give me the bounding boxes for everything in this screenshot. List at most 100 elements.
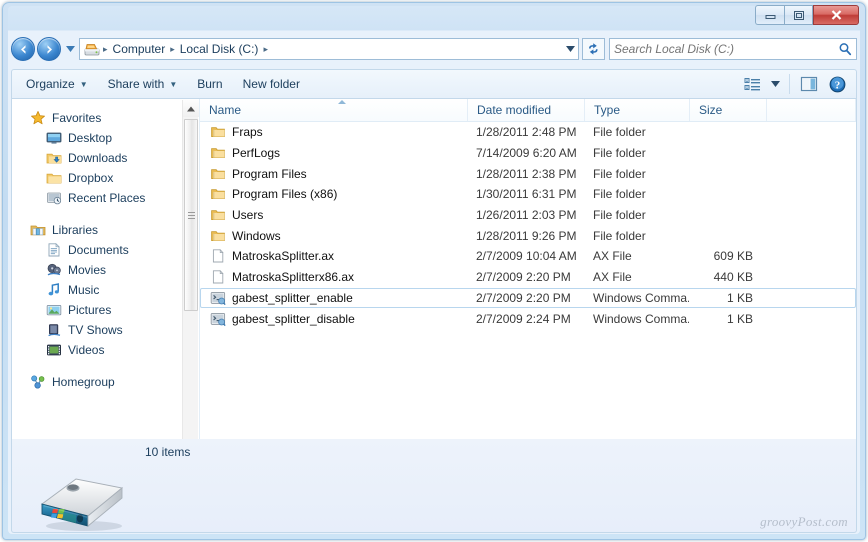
back-button[interactable] [11, 37, 35, 61]
nav-group-libraries[interactable]: Libraries [12, 220, 199, 240]
svg-text:?: ? [834, 79, 840, 91]
search-box[interactable] [609, 38, 857, 60]
desktop-background: ▸ Computer ▸ Local Disk (C:) ▸ Search Lo… [0, 0, 868, 542]
folder-icon [46, 170, 62, 186]
nav-group-favorites[interactable]: Favorites [12, 108, 199, 128]
sidebar-item-documents[interactable]: Documents [12, 240, 199, 260]
item-count-label: 10 items [145, 445, 191, 459]
address-dropdown-button[interactable] [562, 38, 579, 60]
movies-icon [46, 262, 62, 278]
column-header-type[interactable]: Type [585, 99, 690, 121]
column-header-label: Name [209, 103, 242, 117]
burn-button[interactable]: Burn [187, 72, 232, 96]
nav-group-label: Homegroup [52, 375, 115, 389]
breadcrumb-item-computer[interactable]: Computer [109, 41, 170, 57]
sidebar-item-label: Desktop [68, 131, 113, 145]
table-row[interactable]: Windows 1/28/2011 9:26 PM File folder [200, 225, 856, 246]
organize-button[interactable]: Organize ▼ [16, 72, 98, 96]
cell-date-modified: 1/30/2011 6:31 PM [476, 187, 577, 202]
cell-type: File folder [593, 187, 646, 202]
preview-pane-button[interactable] [796, 72, 822, 96]
cell-name: MatroskaSplitterx86.ax [201, 269, 467, 285]
recent-pages-button[interactable] [63, 37, 77, 61]
sidebar-item-dropbox[interactable]: Dropbox [12, 168, 199, 188]
sidebar-item-downloads[interactable]: Downloads [12, 148, 199, 168]
search-input[interactable] [614, 42, 838, 56]
sidebar-item-movies[interactable]: Movies [12, 260, 199, 280]
cell-date-modified: 1/28/2011 2:48 PM [476, 125, 577, 140]
file-name-label: Program Files (x86) [232, 187, 338, 202]
cell-name: Users [201, 207, 467, 223]
folder-icon [210, 166, 226, 182]
sidebar-item-pictures[interactable]: Pictures [12, 300, 199, 320]
chevron-down-icon [565, 46, 575, 52]
column-header-name[interactable]: Name [200, 99, 468, 121]
sidebar-item-label: Videos [68, 343, 105, 357]
folder-icon [210, 207, 226, 223]
new-folder-button[interactable]: New folder [233, 72, 310, 96]
libraries-icon [30, 222, 46, 238]
scrollbar-thumb[interactable] [184, 119, 198, 311]
folder-icon [210, 228, 226, 244]
sidebar-item-music[interactable]: Music [12, 280, 199, 300]
sidebar-item-label: Movies [68, 263, 107, 277]
table-row[interactable]: MatroskaSplitter.ax 2/7/2009 10:04 AM AX F… [200, 246, 856, 267]
cell-date-modified: 1/26/2011 2:03 PM [476, 208, 577, 223]
nav-group-homegroup[interactable]: Homegroup [12, 372, 199, 392]
help-button[interactable]: ? [824, 72, 850, 96]
table-row[interactable]: PerfLogs 7/14/2009 6:20 AM File folder [200, 143, 856, 164]
close-button[interactable] [813, 5, 859, 25]
cell-type: AX File [593, 249, 632, 264]
refresh-button[interactable] [582, 38, 605, 60]
chevron-down-icon: ▼ [79, 79, 88, 89]
cmd-script-icon [210, 311, 226, 327]
view-list-icon [744, 77, 760, 90]
breadcrumb[interactable]: ▸ Computer ▸ Local Disk (C:) ▸ [79, 38, 562, 60]
sidebar-item-recent-places[interactable]: Recent Places [12, 188, 199, 208]
cell-date-modified: 7/14/2009 6:20 AM [476, 146, 577, 161]
change-view-button[interactable] [739, 72, 765, 96]
cell-date-modified: 2/7/2009 2:24 PM [476, 311, 571, 326]
share-with-label: Share with [107, 77, 165, 91]
organize-label: Organize [26, 77, 75, 91]
cell-type: File folder [593, 208, 646, 223]
maximize-button[interactable] [784, 5, 813, 25]
view-dropdown-button[interactable] [767, 72, 783, 96]
help-icon: ? [829, 76, 845, 92]
table-row[interactable]: Fraps 1/28/2011 2:48 PM File folder [200, 122, 856, 143]
minimize-button[interactable] [755, 5, 784, 25]
share-with-button[interactable]: Share with ▼ [98, 72, 188, 96]
arrow-right-icon [47, 44, 52, 54]
recent-places-icon [46, 190, 62, 206]
table-row[interactable]: gabest_splitter_disable 2/7/2009 2:24 PM W… [200, 308, 856, 329]
table-row[interactable]: gabest_splitter_enable 2/7/2009 2:20 PM Wi… [200, 287, 856, 309]
table-row[interactable]: MatroskaSplitterx86.ax 2/7/2009 2:20 PM AX… [200, 267, 856, 288]
file-name-label: gabest_splitter_disable [232, 311, 355, 326]
preview-pane-icon [800, 76, 818, 92]
details-pane: 10 items groovyPost.com [11, 439, 857, 533]
sidebar-item-videos[interactable]: Videos [12, 340, 199, 360]
chevron-down-icon [770, 81, 780, 87]
cell-type: File folder [593, 228, 646, 243]
cell-type: Windows Comma... [593, 311, 689, 326]
sidebar-item-desktop[interactable]: Desktop [12, 128, 199, 148]
column-header-date-modified[interactable]: Date modified [468, 99, 585, 121]
sidebar-item-tv-shows[interactable]: TV Shows [12, 320, 199, 340]
cmd-script-icon [210, 290, 226, 306]
table-row[interactable]: Program Files 1/28/2011 2:38 PM File folde… [200, 163, 856, 184]
sort-indicator-icon [338, 100, 346, 104]
search-icon [838, 42, 852, 56]
breadcrumb-item-local-disk[interactable]: Local Disk (C:) [176, 41, 263, 57]
column-header-size[interactable]: Size [690, 99, 767, 121]
scroll-up-button[interactable] [183, 100, 199, 117]
column-header-label: Size [699, 103, 723, 117]
cell-name: gabest_splitter_disable [201, 311, 467, 327]
file-name-label: Fraps [232, 125, 263, 140]
table-row[interactable]: Program Files (x86) 1/30/2011 6:31 PM File… [200, 184, 856, 205]
cell-name: MatroskaSplitter.ax [201, 248, 467, 264]
table-row[interactable]: Users 1/26/2011 2:03 PM File folder [200, 205, 856, 226]
address-bar: ▸ Computer ▸ Local Disk (C:) ▸ [11, 35, 857, 63]
maximize-icon [793, 10, 804, 20]
forward-button[interactable] [37, 37, 61, 61]
